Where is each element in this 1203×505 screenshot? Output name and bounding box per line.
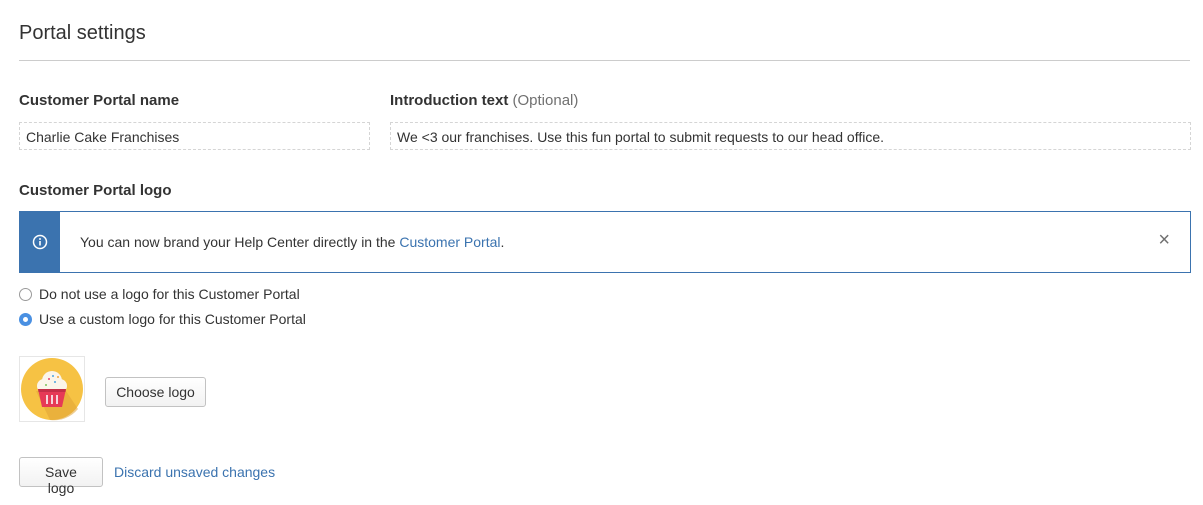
banner-icon-strip — [20, 212, 60, 272]
intro-text-input[interactable]: We <3 our franchises. Use this fun porta… — [390, 122, 1191, 150]
radio-button-custom-logo[interactable] — [19, 312, 32, 326]
choose-logo-button[interactable]: Choose logo — [105, 377, 206, 407]
cupcake-icon — [21, 358, 83, 421]
portal-name-input[interactable]: Charlie Cake Franchises — [19, 122, 370, 150]
radio-no-logo[interactable]: Do not use a logo for this Customer Port… — [19, 286, 300, 302]
banner-message: You can now brand your Help Center direc… — [80, 234, 504, 250]
radio-no-logo-label: Do not use a logo for this Customer Port… — [39, 286, 300, 302]
info-icon — [32, 234, 48, 250]
logo-preview — [19, 356, 85, 422]
intro-text-optional: (Optional) — [512, 92, 579, 109]
radio-button-no-logo[interactable] — [19, 287, 32, 301]
customer-portal-link[interactable]: Customer Portal — [399, 234, 500, 250]
radio-custom-logo-label: Use a custom logo for this Customer Port… — [39, 311, 306, 327]
save-logo-button[interactable]: Save logo — [19, 457, 103, 496]
header-divider — [19, 60, 1190, 61]
portal-name-label: Customer Portal name — [19, 92, 180, 109]
info-banner: You can now brand your Help Center direc… — [19, 211, 1191, 273]
banner-suffix: . — [500, 234, 505, 250]
portal-logo-label: Customer Portal logo — [19, 182, 172, 199]
discard-changes-link[interactable]: Discard unsaved changes — [114, 464, 275, 480]
intro-text-label-main: Introduction text — [390, 92, 509, 109]
close-icon[interactable]: × — [1158, 230, 1170, 250]
radio-custom-logo[interactable]: Use a custom logo for this Customer Port… — [19, 311, 306, 327]
page-title: Portal settings — [19, 22, 146, 44]
banner-text: You can now brand your Help Center direc… — [80, 234, 396, 250]
intro-text-label: Introduction text (Optional) — [390, 92, 578, 109]
